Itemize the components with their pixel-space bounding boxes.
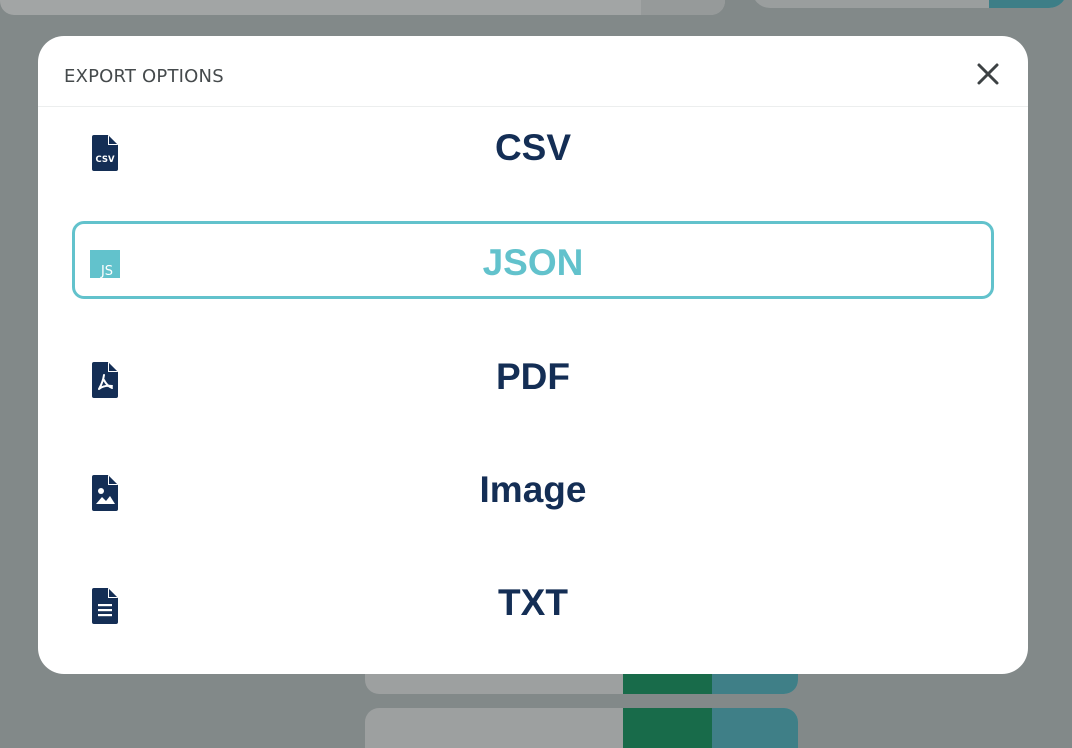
option-label: TXT [498, 582, 568, 623]
modal-header: EXPORT OPTIONS [38, 36, 1028, 107]
option-label: JSON [482, 242, 584, 283]
close-icon [977, 63, 999, 85]
background-bar-green-segment [623, 708, 712, 748]
export-option-json[interactable]: JS JSON [72, 221, 994, 299]
background-bar-teal-segment [712, 708, 798, 748]
export-option-image[interactable]: Image [72, 448, 994, 526]
background-card [0, 0, 725, 15]
modal-title: EXPORT OPTIONS [64, 66, 224, 87]
background-card-accent [989, 0, 1067, 8]
background-bar [365, 708, 798, 748]
option-label: PDF [496, 356, 570, 397]
background-card-right [752, 0, 1067, 8]
export-option-csv[interactable]: CSV CSV [72, 108, 994, 186]
option-label: CSV [494, 127, 572, 168]
export-option-txt[interactable]: TXT [72, 561, 994, 639]
option-label: Image [479, 469, 587, 510]
close-button[interactable] [972, 58, 1004, 90]
export-option-pdf[interactable]: PDF [72, 335, 994, 413]
export-options-modal: EXPORT OPTIONS CSV CSV JS JSON PDF Image… [38, 36, 1028, 674]
background-card-segment [641, 0, 725, 15]
